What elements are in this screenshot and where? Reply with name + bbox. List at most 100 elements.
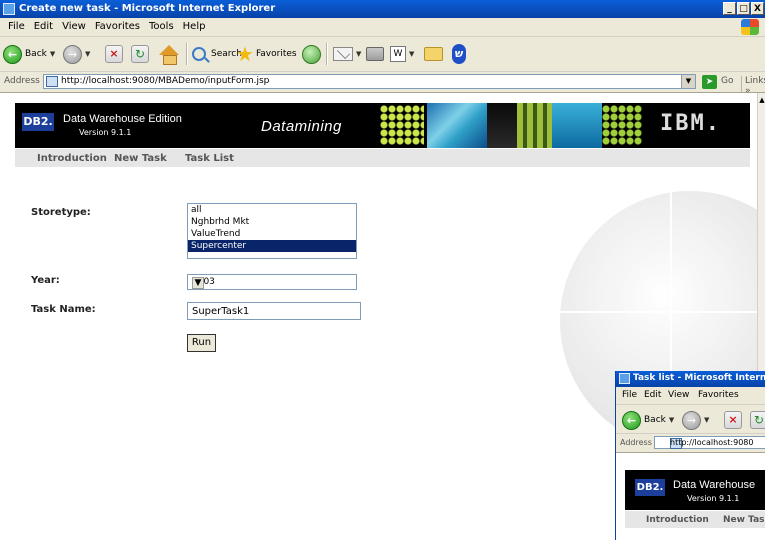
storetype-option-selected[interactable]: Supercenter xyxy=(188,240,356,252)
print-button[interactable] xyxy=(366,43,384,65)
menu-edit[interactable]: Edit xyxy=(644,390,661,400)
address-dropdown-icon[interactable]: ▼ xyxy=(681,75,695,88)
task-list-window[interactable]: Task list - Microsoft Internet File Edit… xyxy=(615,371,765,540)
menu-edit[interactable]: Edit xyxy=(34,21,53,32)
back-dropdown-icon: ▼ xyxy=(49,50,56,58)
nav-introduction[interactable]: Introduction xyxy=(646,515,709,525)
favorites-button[interactable]: ★ Favorites xyxy=(236,43,297,65)
nav-introduction[interactable]: Introduction xyxy=(37,153,107,164)
menu-file[interactable]: File xyxy=(8,21,25,32)
search-icon xyxy=(192,47,206,61)
search-button[interactable]: Search xyxy=(192,43,242,65)
nav-bar: Introduction New Task Task List xyxy=(15,149,750,167)
scroll-up-icon[interactable]: ▲ xyxy=(758,95,765,105)
title-bar[interactable]: Create new task - Microsoft Internet Exp… xyxy=(0,0,765,18)
forward-arrow-icon: → xyxy=(682,410,701,430)
close-button[interactable]: X xyxy=(751,2,764,15)
stop-button[interactable]: × xyxy=(105,43,123,65)
nav-bar: Introduction New Tasl xyxy=(625,511,765,528)
task-list-window-title: Task list - Microsoft Internet xyxy=(633,373,765,383)
menu-bar: File Edit View Favorites Tools Help xyxy=(0,18,765,37)
toolbar-separator xyxy=(326,43,328,65)
year-select[interactable]: 2003 ▼ xyxy=(187,274,357,290)
refresh-button[interactable]: ↻ xyxy=(131,43,149,65)
storetype-listbox[interactable]: all Nghbrhd Mkt ValueTrend Supercenter xyxy=(187,203,357,259)
banner-graphic-dark xyxy=(487,103,517,148)
back-button[interactable]: ← Back ▼ xyxy=(622,409,674,431)
go-button[interactable]: Go xyxy=(721,76,733,86)
menu-tools[interactable]: Tools xyxy=(149,21,174,32)
edit-icon: W xyxy=(390,46,406,62)
back-label: Back xyxy=(644,415,666,425)
bluetooth-button[interactable]: ש xyxy=(452,43,466,65)
stop-button[interactable]: × xyxy=(724,409,742,431)
bluetooth-icon: ש xyxy=(452,44,466,64)
address-label: Address xyxy=(4,76,40,86)
task-list-title-bar[interactable]: Task list - Microsoft Internet xyxy=(616,371,765,387)
go-arrow-icon[interactable]: ➤ xyxy=(702,75,717,89)
storetype-label: Storetype: xyxy=(31,207,91,218)
page-icon xyxy=(46,76,58,87)
back-button[interactable]: ← Back ▼ xyxy=(3,43,55,65)
product-version: Version 9.1.1 xyxy=(687,494,740,503)
back-label: Back xyxy=(25,49,47,59)
task-name-input[interactable]: SuperTask1 xyxy=(187,302,361,320)
storetype-option[interactable]: all xyxy=(188,204,356,216)
menu-help[interactable]: Help xyxy=(183,21,206,32)
forward-button[interactable]: → ▼ xyxy=(63,43,90,65)
back-arrow-icon: ← xyxy=(3,44,22,64)
db2-banner: DB2. Data Warehouse Version 9.1.1 xyxy=(625,470,765,510)
address-label: Address xyxy=(620,438,652,447)
mail-icon xyxy=(333,47,353,61)
db2-logo: DB2. xyxy=(22,113,54,131)
refresh-button[interactable]: ↻ xyxy=(750,409,765,431)
refresh-icon: ↻ xyxy=(750,411,765,429)
edit-button[interactable]: W ▼ xyxy=(390,43,414,65)
nav-new-task[interactable]: New Task xyxy=(114,153,167,164)
folder-button[interactable] xyxy=(424,43,443,65)
menu-view[interactable]: View xyxy=(62,21,86,32)
back-arrow-icon: ← xyxy=(622,410,641,430)
task-name-value: SuperTask1 xyxy=(192,306,250,317)
db2-logo: DB2. xyxy=(635,479,665,496)
favorites-label: Favorites xyxy=(255,49,297,59)
chevron-down-icon[interactable]: ▼ xyxy=(192,277,204,289)
windows-logo-icon xyxy=(741,19,759,35)
storetype-option[interactable]: ValueTrend xyxy=(188,228,356,240)
minimize-button[interactable]: _ xyxy=(723,2,736,15)
banner-graphic-wave xyxy=(427,103,487,148)
task-list-address-bar: Address http://localhost:9080 xyxy=(616,433,765,452)
stop-icon: × xyxy=(724,411,742,429)
menu-file[interactable]: File xyxy=(622,390,637,400)
stop-icon: × xyxy=(105,45,123,63)
ie-icon xyxy=(3,3,15,15)
banner-graphic-bars xyxy=(517,103,552,148)
back-dropdown-icon: ▼ xyxy=(668,416,675,424)
nav-task-list[interactable]: Task List xyxy=(185,153,234,164)
mail-button[interactable]: ▼ xyxy=(333,43,361,65)
ie-icon xyxy=(619,373,630,384)
ibm-logo: IBM. xyxy=(660,111,721,136)
run-button[interactable]: Run xyxy=(187,334,216,352)
nav-new-task[interactable]: New Tasl xyxy=(723,515,765,525)
forward-button[interactable]: → ▼ xyxy=(682,409,709,431)
home-button[interactable] xyxy=(159,43,179,65)
storetype-option[interactable]: Nghbrhd Mkt xyxy=(188,216,356,228)
db2-banner: DB2. Data Warehouse Edition Version 9.1.… xyxy=(15,103,750,148)
mail-dropdown-icon: ▼ xyxy=(356,50,362,58)
menu-view[interactable]: View xyxy=(668,390,689,400)
address-input[interactable]: http://localhost:9080 xyxy=(654,436,765,449)
menu-favorites[interactable]: Favorites xyxy=(698,390,739,400)
banner-graphic-panel xyxy=(552,103,602,148)
media-icon xyxy=(302,44,321,64)
menu-favorites[interactable]: Favorites xyxy=(95,21,140,32)
printer-icon xyxy=(366,47,384,61)
media-button[interactable] xyxy=(302,43,321,65)
product-edition: Data Warehouse xyxy=(673,479,756,491)
window-title: Create new task - Microsoft Internet Exp… xyxy=(19,3,276,14)
address-input[interactable]: http://localhost:9080/MBADemo/inputForm.… xyxy=(43,74,696,89)
banner-dots-graphic-2 xyxy=(602,105,642,145)
maximize-button[interactable]: □ xyxy=(737,2,750,15)
home-icon xyxy=(159,45,179,65)
task-list-menu-bar: File Edit View Favorites xyxy=(616,387,765,403)
